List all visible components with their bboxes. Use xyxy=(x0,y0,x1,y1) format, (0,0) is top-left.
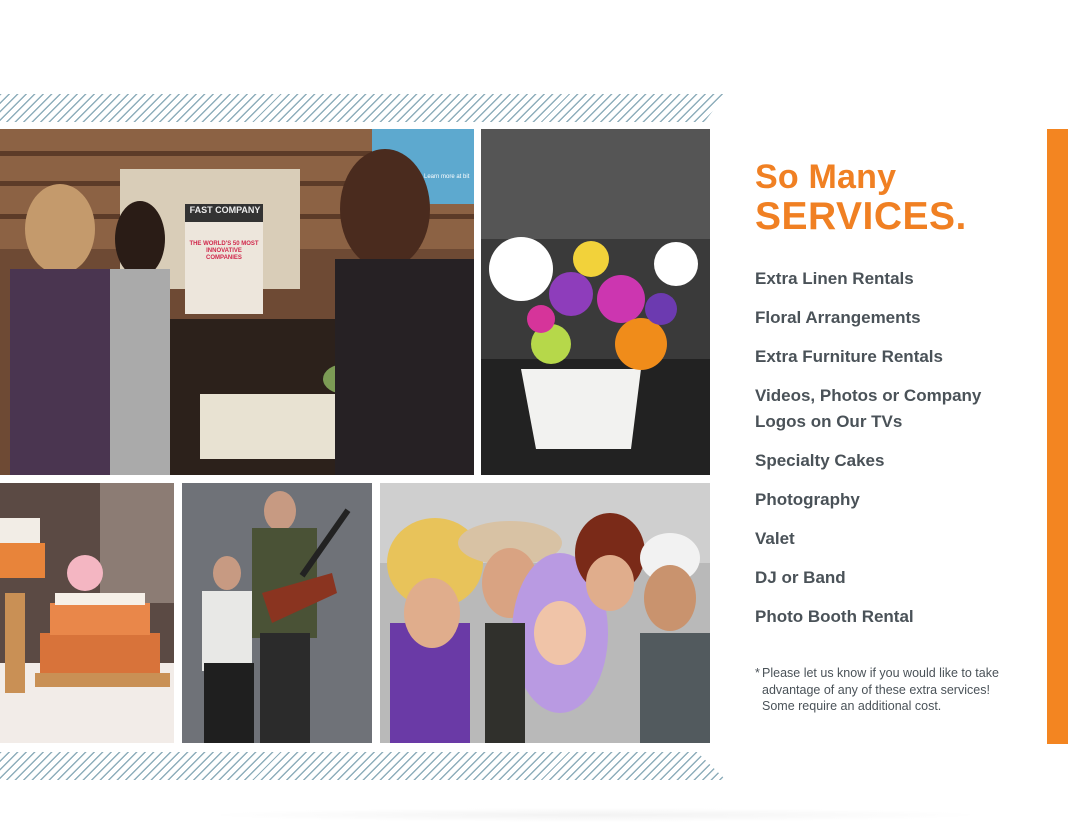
photo-event-checkin: FAST COMPANY THE WORLD'S 50 MOST INNOVAT… xyxy=(0,129,474,475)
service-item: Photo Booth Rental xyxy=(755,607,914,626)
magazine-cover-text: FAST COMPANY xyxy=(189,205,261,215)
note-text: Please let us know if you would like to … xyxy=(762,666,999,713)
decorative-stripe-top xyxy=(0,94,726,122)
photo-floral-arrangement xyxy=(481,129,710,475)
service-item: DJ or Band xyxy=(755,568,846,587)
tv-screen-text: Learn more at bit xyxy=(424,174,470,180)
service-item: Valet xyxy=(755,529,795,548)
magazine-cover-subtext: THE WORLD'S 50 MOST INNOVATIVE COMPANIES xyxy=(189,241,259,261)
decorative-stripe-bottom xyxy=(0,752,726,780)
services-list: Extra Linen Rentals Floral Arrangements … xyxy=(755,266,1025,643)
service-item: Extra Linen Rentals xyxy=(755,269,914,288)
service-item: Photography xyxy=(755,490,860,509)
photo-dj-band xyxy=(182,483,372,743)
photo-specialty-cakes xyxy=(0,483,174,743)
accent-bar xyxy=(1047,129,1068,744)
service-item: Extra Furniture Rentals xyxy=(755,347,943,366)
services-heading: So Many SERVICES. xyxy=(755,160,967,236)
heading-line-2: SERVICES. xyxy=(755,195,967,238)
note-asterisk: * xyxy=(755,666,760,680)
photo-booth xyxy=(380,483,710,743)
service-item: Specialty Cakes xyxy=(755,451,885,470)
service-item: Floral Arrangements xyxy=(755,308,921,327)
heading-line-1: So Many xyxy=(755,158,897,196)
service-item: Videos, Photos or Company Logos on Our T… xyxy=(755,386,982,431)
additional-cost-note: * Please let us know if you would like t… xyxy=(755,665,1000,715)
page-shadow xyxy=(200,808,990,822)
